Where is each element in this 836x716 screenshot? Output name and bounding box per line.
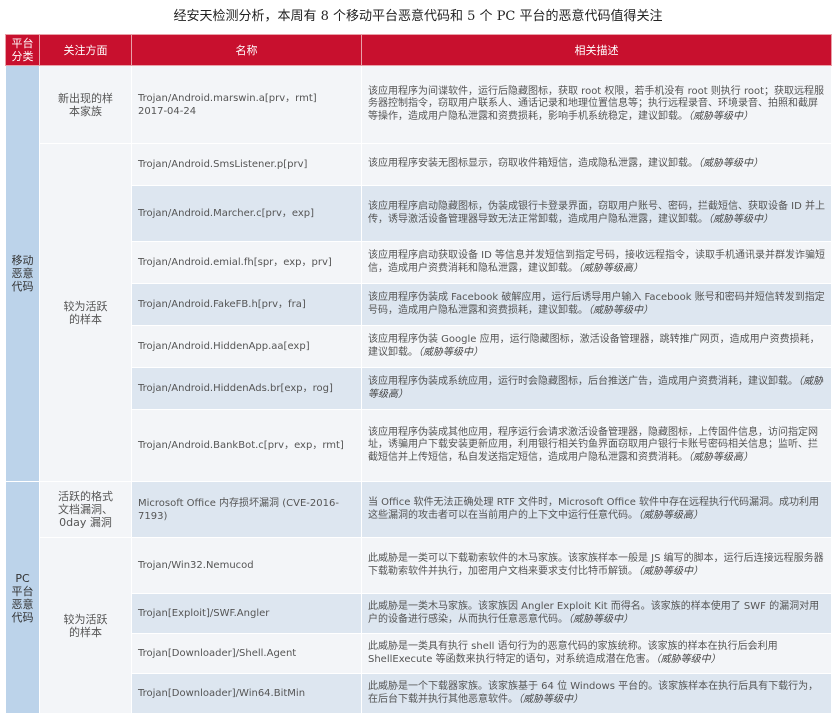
malware-name: Trojan/Win32.Nemucod — [131, 537, 362, 594]
malware-desc: 此威胁是一类可以下载勒索软件的木马家族。该家族样本一般是 JS 编写的脚本，运行… — [361, 537, 832, 594]
threat-level: （威胁等级高） — [578, 262, 643, 274]
malware-name: Trojan/Android.Marcher.c[prv，exp] — [131, 185, 362, 242]
threat-level: （威胁等级中） — [708, 213, 773, 225]
malware-name: Trojan/Android.HiddenApp.aa[exp] — [131, 325, 362, 368]
malware-name: Trojan[Downloader]/Win64.BitMin — [131, 673, 362, 714]
table-row: 较为活跃 的样本 Trojan/Android.SmsListener.p[pr… — [6, 143, 832, 482]
malware-name: Trojan/Android.FakeFB.h[prv，fra] — [131, 283, 362, 326]
malware-name: Trojan[Exploit]/SWF.Angler — [131, 593, 362, 634]
malware-desc: 该应用程序为间谍软件，运行后隐藏图标，获取 root 权限，若手机没有 root… — [361, 65, 832, 144]
focus-active-mobile: 较为活跃 的样本 — [39, 143, 132, 482]
group-mobile: 移动 恶意 代码 — [5, 65, 40, 482]
focus-new-family: 新出现的样 本家族 — [39, 65, 132, 144]
malware-desc: 当 Office 软件无法正确处理 RTF 文件时，Microsoft Offi… — [361, 481, 832, 538]
malware-desc: 此威胁是一类木马家族。该家族因 Angler Exploit Kit 而得名。该… — [361, 593, 832, 634]
malware-desc: 此威胁是一类具有执行 shell 语句行为的恶意代码的家族统称。该家族的样本在执… — [361, 633, 832, 674]
malware-name: Trojan/Android.marswin.a[prv，rmt] 2017-0… — [131, 65, 362, 144]
threat-level: （威胁等级中） — [418, 346, 483, 358]
table-row: 较为活跃 的样本 Trojan/Win32.Nemucod 此威胁是一类可以下载… — [6, 537, 832, 714]
threat-level: （威胁等级高） — [688, 451, 753, 463]
malware-name: Trojan/Android.HiddenAds.br[exp，rog] — [131, 367, 362, 410]
threat-level: （威胁等级中） — [518, 693, 583, 705]
threat-level: （威胁等级中） — [698, 158, 763, 170]
focus-doc-vuln: 活跃的格式 文档漏洞、 0day 漏洞 — [39, 481, 132, 538]
threat-level: （威胁等级中） — [655, 653, 721, 665]
group-pc: PC 平台 恶意 代码 — [5, 481, 40, 714]
malware-desc: 此威胁是一个下载器家族。该家族基于 64 位 Windows 平台的。该家族样本… — [361, 673, 832, 714]
malware-name: Trojan[Downloader]/Shell.Agent — [131, 633, 362, 674]
threat-level: （威胁等级中） — [568, 613, 633, 625]
malware-desc: 该应用程序伪装成系统应用，运行时会隐藏图标，后台推送广告，造成用户资费消耗，建议… — [361, 367, 832, 410]
malware-name: Trojan/Android.BankBot.c[prv，exp，rmt] — [131, 409, 362, 482]
malware-desc: 该应用程序启动隐藏图标，伪装成银行卡登录界面，窃取用户账号、密码，拦截短信、获取… — [361, 185, 832, 242]
table-caption: 经安天检测分析，本周有 8 个移动平台恶意代码和 5 个 PC 平台的恶意代码值… — [173, 9, 663, 24]
threat-level: （威胁等级高） — [638, 509, 703, 521]
header-focus: 关注方面 — [39, 34, 132, 66]
header-desc: 相关描述 — [361, 34, 832, 66]
malware-name: Trojan/Android.emial.fh[spr，exp，prv] — [131, 241, 362, 284]
table-row: 移动 恶意 代码 新出现的样 本家族 Trojan/Android.marswi… — [5, 65, 832, 482]
malware-desc: 该应用程序伪装 Google 应用，运行隐藏图标，激活设备管理器，跳转推广网页，… — [361, 325, 832, 368]
header-name: 名称 — [131, 34, 362, 66]
malware-desc: 该应用程序安装无图标显示，窃取收件箱短信，造成隐私泄露，建议卸载。（威胁等级中） — [361, 143, 832, 186]
malware-desc: 该应用程序伪装成其他应用，程序运行会请求激活设备管理器，隐藏图标，上传固件信息，… — [361, 409, 832, 482]
threat-level: （威胁等级中） — [588, 304, 653, 316]
focus-active-pc: 较为活跃 的样本 — [39, 537, 132, 714]
malware-table: 平台 分类 关注方面 名称 相关描述 移动 恶意 代码 新出现的样 本家族 Tr… — [5, 34, 832, 714]
malware-desc: 该应用程序启动获取设备 ID 等信息并发短信到指定号码，接收远程指令，读取手机通… — [361, 241, 832, 284]
malware-name: Microsoft Office 内存损坏漏洞 (CVE-2016-7193) — [131, 481, 362, 538]
threat-level: （威胁等级中） — [638, 565, 703, 577]
table-header-row: 平台 分类 关注方面 名称 相关描述 — [5, 34, 832, 66]
header-platform: 平台 分类 — [5, 34, 40, 66]
malware-name: Trojan/Android.SmsListener.p[prv] — [131, 143, 362, 186]
table-row: PC 平台 恶意 代码 活跃的格式 文档漏洞、 0day 漏洞 Microsof… — [5, 481, 832, 714]
malware-desc: 该应用程序伪装成 Facebook 破解应用，运行后诱导用户输入 Faceboo… — [361, 283, 832, 326]
threat-level: （威胁等级中） — [688, 110, 753, 122]
